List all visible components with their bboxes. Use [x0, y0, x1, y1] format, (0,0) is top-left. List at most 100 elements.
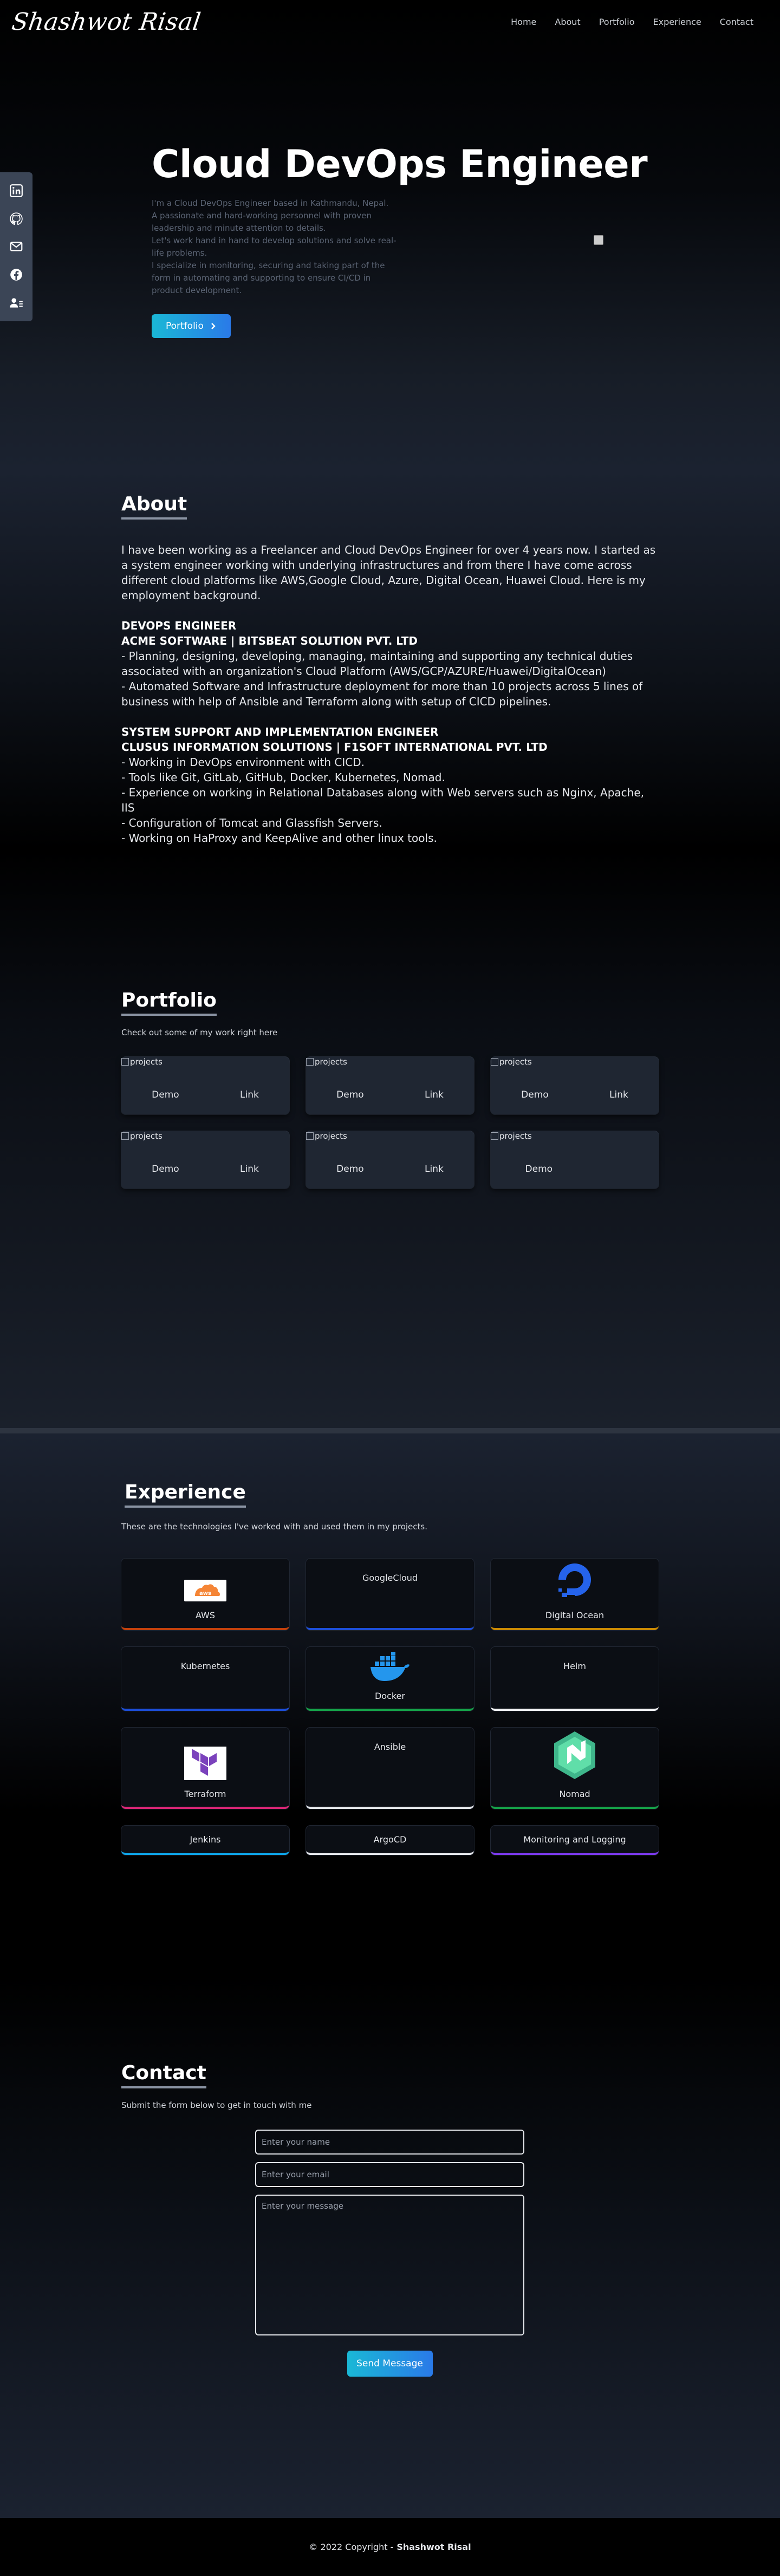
contact-content: Contact Submit the form below to get in … [121, 2062, 658, 2110]
project-image: projects [491, 1131, 532, 1141]
footer-copyright: © 2022 Copyright - [309, 2542, 394, 2552]
project-demo-link[interactable]: Demo [336, 1089, 364, 1100]
terraform-icon [184, 1747, 226, 1782]
resume-icon[interactable] [9, 295, 24, 310]
job-duty: - Working on HaProxy and KeepAlive and o… [121, 832, 437, 845]
portfolio-card: projects Demo Link [491, 1057, 659, 1114]
linkedin-icon[interactable] [9, 183, 24, 198]
job-duty: - Automated Software and Infrastructure … [121, 680, 643, 708]
experience-card: Terraform [121, 1728, 289, 1809]
contact-subtitle: Submit the form below to get in touch wi… [121, 2100, 312, 2110]
nav-link-about[interactable]: About [545, 17, 589, 27]
project-link[interactable]: Link [425, 1089, 444, 1100]
experience-grid: aws AWS GoogleCloud Digital Ocean Kubernetes… [121, 1559, 659, 1855]
footer-author[interactable]: Shashwot Risal [396, 2542, 471, 2552]
facebook-icon[interactable] [9, 267, 24, 282]
experience-card: Nomad [491, 1728, 659, 1809]
portfolio-title: Portfolio [121, 989, 217, 1016]
about-title: About [121, 493, 187, 520]
experience-content: Experience These are the technologies I'… [121, 1481, 659, 1855]
nav-links: Home About Portfolio Experience Contact [502, 17, 763, 27]
github-icon[interactable] [9, 211, 24, 226]
portfolio-content: Portfolio Check out some of my work righ… [121, 989, 659, 1189]
email-input[interactable] [255, 2162, 524, 2187]
project-demo-link[interactable]: Demo [152, 1164, 179, 1175]
section-divider [0, 1428, 780, 1433]
project-links: Demo [491, 1164, 659, 1175]
experience-card: ArgoCD [306, 1826, 474, 1855]
nav-link-portfolio[interactable]: Portfolio [590, 17, 644, 27]
broken-image-icon [491, 1132, 498, 1140]
nav-link-experience[interactable]: Experience [644, 17, 711, 27]
experience-name: Docker [374, 1691, 406, 1701]
job-role: DEVOPS ENGINEER [121, 619, 237, 632]
project-links: Demo Link [306, 1089, 474, 1100]
project-link[interactable]: Link [425, 1164, 444, 1175]
hero-image-broken [594, 235, 603, 245]
project-link[interactable]: Link [240, 1089, 259, 1100]
portfolio-button-label: Portfolio [166, 321, 204, 332]
hero-line: Let's work hand in hand to develop solut… [152, 236, 396, 258]
hero-line: I specialize in monitoring, securing and… [152, 261, 385, 295]
portfolio-card: projects Demo Link [306, 1131, 474, 1189]
experience-name: Helm [563, 1661, 586, 1671]
job-entry: DEVOPS ENGINEER ACME SOFTWARE | BITSBEAT… [121, 618, 658, 709]
about-section: About I have been working as a Freelance… [0, 470, 780, 849]
experience-card: aws AWS [121, 1559, 289, 1630]
project-demo-link[interactable]: Demo [336, 1164, 364, 1175]
name-input[interactable] [255, 2130, 524, 2155]
message-input[interactable] [255, 2195, 524, 2335]
experience-name: ArgoCD [373, 1834, 407, 1845]
experience-title: Experience [125, 1481, 246, 1508]
docker-icon [368, 1652, 412, 1684]
hero-title: Cloud DevOps Engineer [152, 142, 648, 186]
experience-name: Ansible [374, 1742, 406, 1752]
project-demo-link[interactable]: Demo [521, 1089, 549, 1100]
portfolio-card: projects Demo [491, 1131, 659, 1189]
project-image-alt: projects [315, 1057, 347, 1067]
project-links: Demo Link [306, 1164, 474, 1175]
hero-line: I'm a Cloud DevOps Engineer based in Kat… [152, 198, 389, 208]
hero-content: Cloud DevOps Engineer I'm a Cloud DevOps… [152, 142, 648, 338]
portfolio-subtitle: Check out some of my work right here [121, 1028, 278, 1037]
project-links: Demo Link [121, 1164, 289, 1175]
contact-title: Contact [121, 2062, 206, 2088]
contact-section: Contact Submit the form below to get in … [0, 1975, 780, 2518]
job-duty: - Configuration of Tomcat and Glassfish … [121, 816, 382, 829]
job-duty: - Planning, designing, developing, manag… [121, 650, 633, 678]
aws-icon: aws [184, 1580, 226, 1604]
portfolio-button[interactable]: Portfolio [152, 314, 231, 338]
experience-name: Kubernetes [180, 1661, 230, 1671]
broken-image-icon [306, 1058, 314, 1066]
project-image-alt: projects [499, 1057, 532, 1067]
experience-card: Jenkins [121, 1826, 289, 1855]
project-link[interactable]: Link [240, 1164, 259, 1175]
nav-link-contact[interactable]: Contact [711, 17, 763, 27]
project-image-alt: projects [130, 1131, 162, 1141]
project-demo-link[interactable]: Demo [525, 1164, 553, 1175]
mail-icon[interactable] [9, 239, 24, 254]
about-content: About I have been working as a Freelance… [121, 493, 658, 846]
portfolio-grid: projects Demo Link projects Demo Link projects… [121, 1057, 659, 1189]
experience-name: Terraform [184, 1789, 226, 1799]
broken-image-icon [121, 1058, 129, 1066]
project-image: projects [121, 1131, 162, 1141]
project-image-alt: projects [315, 1131, 347, 1141]
chevron-right-icon [211, 323, 216, 329]
project-demo-link[interactable]: Demo [152, 1089, 179, 1100]
contact-form: Send Message [255, 2130, 524, 2377]
portfolio-card: projects Demo Link [121, 1057, 289, 1114]
portfolio-card: projects Demo Link [121, 1131, 289, 1189]
project-link[interactable]: Link [609, 1089, 628, 1100]
experience-name: GoogleCloud [362, 1573, 418, 1583]
job-duty: - Working in DevOps environment with CIC… [121, 756, 365, 769]
experience-subtitle: These are the technologies I've worked w… [121, 1522, 427, 1532]
site-logo[interactable]: Shashwot Risal [10, 8, 203, 36]
send-message-button[interactable]: Send Message [347, 2351, 433, 2377]
nav-link-home[interactable]: Home [502, 17, 545, 27]
experience-card: Monitoring and Logging [491, 1826, 659, 1855]
hero-line: A passionate and hard-working personnel … [152, 211, 372, 233]
about-intro: I have been working as a Freelancer and … [121, 543, 656, 602]
project-image-alt: projects [499, 1131, 532, 1141]
job-role: SYSTEM SUPPORT AND IMPLEMENTATION ENGINE… [121, 725, 439, 738]
